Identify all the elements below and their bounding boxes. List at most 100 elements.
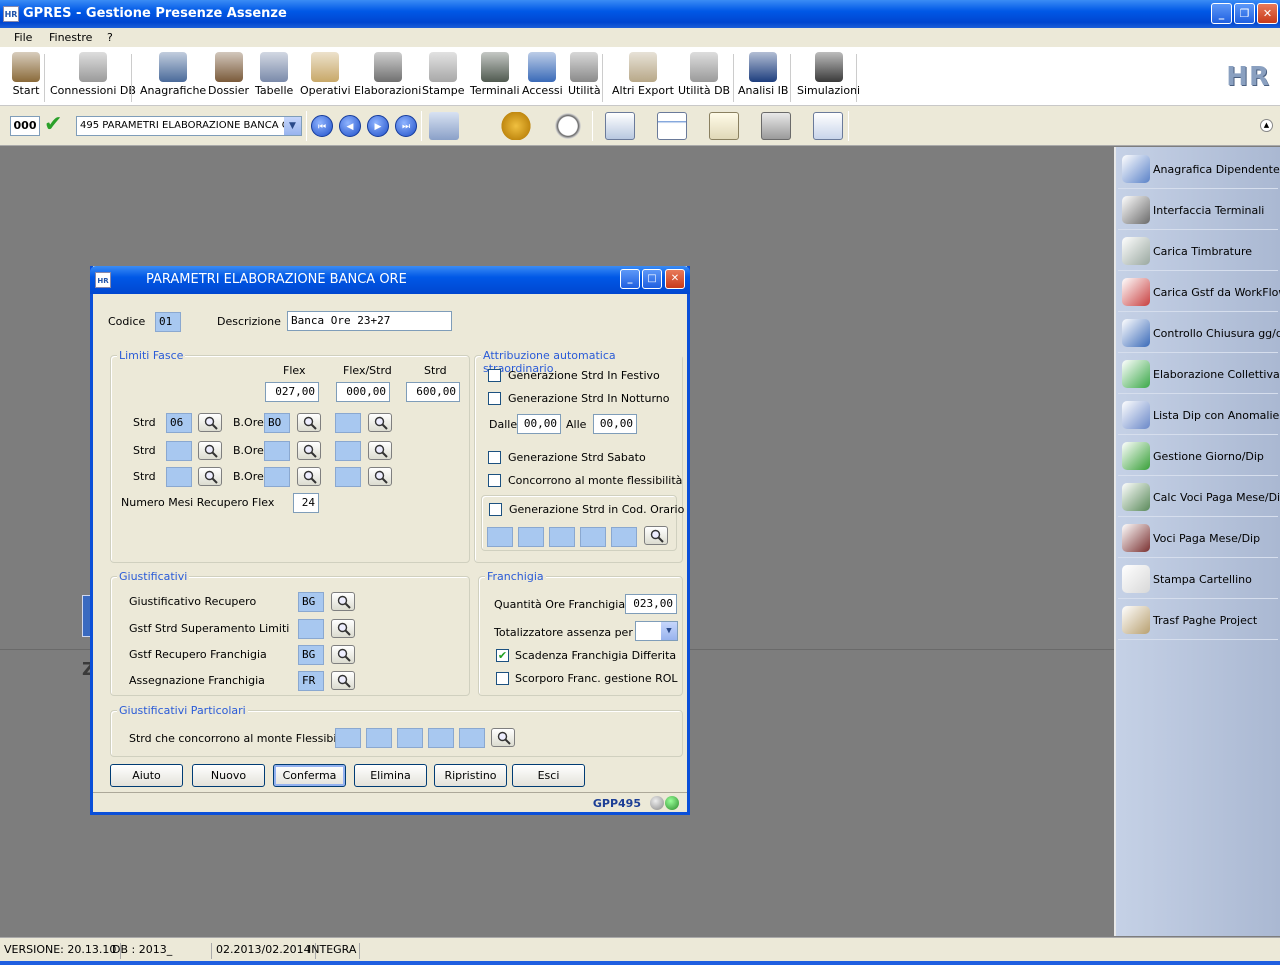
- strd-search-button-2[interactable]: [198, 441, 222, 460]
- shortcut-elaborazione-collettiva[interactable]: Elaborazione Collettiva: [1118, 354, 1280, 394]
- orario-field-3[interactable]: [549, 527, 575, 547]
- dialog-maximize-button[interactable]: □: [642, 269, 662, 289]
- list-edit-icon[interactable]: [605, 112, 635, 140]
- giustificativo-field-1[interactable]: BG: [298, 592, 324, 612]
- menu-finestre[interactable]: Finestre: [49, 31, 92, 44]
- toolbar-analisi-ib-button[interactable]: Analisi IB: [738, 52, 788, 97]
- flex-field[interactable]: 027,00: [265, 382, 319, 402]
- ripristino-button[interactable]: Ripristino: [434, 764, 507, 787]
- first-record-icon[interactable]: ⏮: [311, 115, 333, 137]
- third-search-button-3[interactable]: [368, 467, 392, 486]
- shortcut-stampa-cartellino[interactable]: Stampa Cartellino: [1118, 559, 1278, 599]
- bore-search-button-2[interactable]: [297, 441, 321, 460]
- mesi-field[interactable]: 24: [293, 493, 319, 513]
- conferma-button[interactable]: Conferma: [273, 764, 346, 787]
- codice-field[interactable]: 01: [155, 312, 181, 332]
- toolbar-altri-export-button[interactable]: Altri Export: [612, 52, 674, 97]
- shortcut-controllo-chiusura-gg-dip[interactable]: Controllo Chiusura gg/dip: [1118, 313, 1280, 353]
- calculator-icon[interactable]: [761, 112, 791, 140]
- particolari-field-1[interactable]: [335, 728, 361, 748]
- toolbar-stampe-button[interactable]: Stampe: [422, 52, 465, 97]
- notes-icon[interactable]: [709, 112, 739, 140]
- giustificativo-field-4[interactable]: FR: [298, 671, 324, 691]
- giustificativo-search-button-3[interactable]: [331, 645, 355, 664]
- dialog-minimize-button[interactable]: _: [620, 269, 640, 289]
- third-code-field-3[interactable]: [335, 467, 361, 487]
- toolbar-accessi-button[interactable]: Accessi: [522, 52, 563, 97]
- menu-file[interactable]: File: [14, 31, 32, 44]
- bore-search-button-1[interactable]: [297, 413, 321, 432]
- esci-button[interactable]: Esci: [512, 764, 585, 787]
- notturno-checkbox[interactable]: [488, 392, 501, 405]
- last-record-icon[interactable]: ⏭: [395, 115, 417, 137]
- shortcut-calc-voci-paga-mese-dip[interactable]: Calc Voci Paga Mese/Dip: [1118, 477, 1280, 517]
- dialog-close-button[interactable]: ✕: [665, 269, 685, 289]
- monte-checkbox[interactable]: [488, 474, 501, 487]
- toolbar-operativi-button[interactable]: Operativi: [300, 52, 351, 97]
- maximize-button[interactable]: ❐: [1234, 3, 1255, 24]
- toolbar-utilit-db-button[interactable]: Utilità DB: [678, 52, 730, 97]
- shortcut-anagrafica-dipendente[interactable]: Anagrafica Dipendente: [1118, 149, 1280, 189]
- scadenza-checkbox[interactable]: ✔: [496, 649, 509, 662]
- third-code-field-2[interactable]: [335, 441, 361, 461]
- chevron-down-icon[interactable]: ▼: [284, 117, 301, 135]
- key-user-icon[interactable]: [501, 112, 531, 140]
- strd-code-field-3[interactable]: [166, 467, 192, 487]
- shortcut-gestione-giorno-dip[interactable]: Gestione Giorno/Dip: [1118, 436, 1278, 476]
- shortcut-interfaccia-terminali[interactable]: Interfaccia Terminali: [1118, 190, 1278, 230]
- bore-code-field-3[interactable]: [264, 467, 290, 487]
- shortcut-lista-dip-con-anomalie[interactable]: Lista Dip con Anomalie: [1118, 395, 1279, 435]
- qta-field[interactable]: 023,00: [625, 594, 677, 614]
- giustificativo-field-2[interactable]: [298, 619, 324, 639]
- strd-code-field-1[interactable]: 06: [166, 413, 192, 433]
- particolari-field-5[interactable]: [459, 728, 485, 748]
- shortcut-carica-gstf-da-workflow[interactable]: Carica Gstf da WorkFlow: [1118, 272, 1280, 312]
- orario-field-5[interactable]: [611, 527, 637, 547]
- grid-edit-icon[interactable]: [813, 112, 843, 140]
- toolbar-start-button[interactable]: Start: [12, 52, 40, 97]
- orario-field-2[interactable]: [518, 527, 544, 547]
- giustificativo-field-3[interactable]: BG: [298, 645, 324, 665]
- search-window-icon[interactable]: [429, 112, 459, 140]
- toolbar-elaborazioni-button[interactable]: Elaborazioni: [354, 52, 421, 97]
- bore-code-field-2[interactable]: [264, 441, 290, 461]
- shortcut-carica-timbrature[interactable]: Carica Timbrature: [1118, 231, 1278, 271]
- strd-search-button-1[interactable]: [198, 413, 222, 432]
- cod-orario-checkbox[interactable]: [489, 503, 502, 516]
- toolbar-terminali-button[interactable]: Terminali: [470, 52, 520, 97]
- bore-code-field-1[interactable]: BO: [264, 413, 290, 433]
- toolbar-connessioni-db-button[interactable]: Connessioni DB: [50, 52, 136, 97]
- clock-icon[interactable]: [553, 112, 583, 140]
- particolari-field-3[interactable]: [397, 728, 423, 748]
- close-button[interactable]: ✕: [1257, 3, 1278, 24]
- shortcut-voci-paga-mese-dip[interactable]: Voci Paga Mese/Dip: [1118, 518, 1278, 558]
- dalle-field[interactable]: 00,00: [517, 414, 561, 434]
- particolari-field-4[interactable]: [428, 728, 454, 748]
- function-combo[interactable]: 495 PARAMETRI ELABORAZIONE BANCA ORE ▼: [76, 116, 302, 136]
- strd-search-button-3[interactable]: [198, 467, 222, 486]
- bore-search-button-3[interactable]: [297, 467, 321, 486]
- toolbar-tabelle-button[interactable]: Tabelle: [255, 52, 293, 97]
- third-code-field-1[interactable]: [335, 413, 361, 433]
- toolbar-anagrafiche-button[interactable]: Anagrafiche: [140, 52, 206, 97]
- calendar-icon[interactable]: [657, 112, 687, 140]
- chevron-down-icon[interactable]: ▼: [661, 622, 677, 640]
- code-field[interactable]: 000: [10, 116, 40, 136]
- particolari-field-2[interactable]: [366, 728, 392, 748]
- next-record-icon[interactable]: ▶: [367, 115, 389, 137]
- aiuto-button[interactable]: Aiuto: [110, 764, 183, 787]
- menu-help[interactable]: ?: [107, 31, 113, 44]
- strd-code-field-2[interactable]: [166, 441, 192, 461]
- prev-record-icon[interactable]: ◀: [339, 115, 361, 137]
- minimize-button[interactable]: _: [1211, 3, 1232, 24]
- toolbar-simulazioni-button[interactable]: Simulazioni: [797, 52, 860, 97]
- orario-search-button[interactable]: [644, 526, 668, 545]
- flexstrd-field[interactable]: 000,00: [336, 382, 390, 402]
- toolbar-utilit--button[interactable]: Utilità: [568, 52, 601, 97]
- giustificativo-search-button-4[interactable]: [331, 671, 355, 690]
- festivo-checkbox[interactable]: [488, 369, 501, 382]
- collapse-icon[interactable]: ▲: [1260, 119, 1273, 132]
- nuovo-button[interactable]: Nuovo: [192, 764, 265, 787]
- giustificativo-search-button-2[interactable]: [331, 619, 355, 638]
- orario-field-4[interactable]: [580, 527, 606, 547]
